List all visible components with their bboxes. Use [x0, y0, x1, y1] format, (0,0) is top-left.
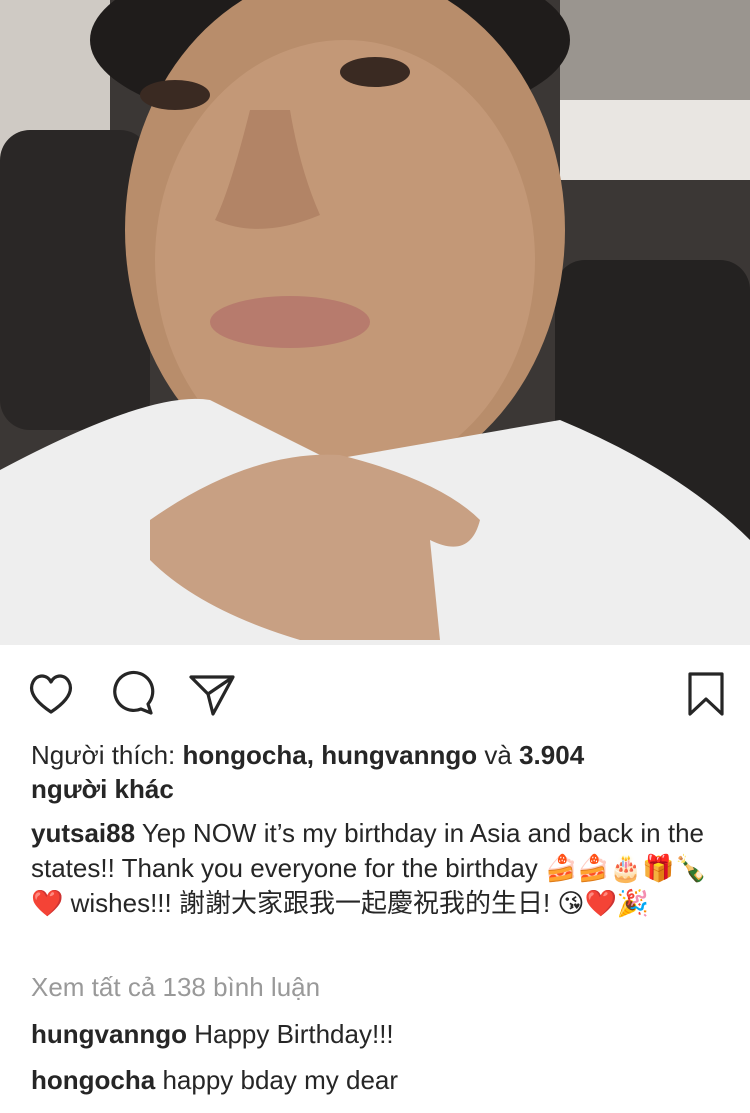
- comment-text: happy bday my dear: [155, 1065, 399, 1095]
- likes-prefix: Người thích:: [31, 740, 183, 770]
- view-all-comments-link[interactable]: Xem tất cả 138 bình luận: [31, 969, 320, 1005]
- caption-username[interactable]: yutsai88: [31, 818, 135, 848]
- comment-username[interactable]: hungvanngo: [31, 1019, 187, 1049]
- likes-separator: ,: [306, 740, 322, 770]
- comment-text: Happy Birthday!!!: [186, 1019, 394, 1049]
- action-bar: [0, 660, 750, 726]
- bookmark-icon[interactable]: [682, 670, 730, 718]
- liker-username[interactable]: hungvanngo: [321, 740, 477, 770]
- likes-suffix[interactable]: người khác: [31, 774, 174, 804]
- comment: hungvanngo Happy Birthday!!!: [31, 1016, 394, 1052]
- liker-username[interactable]: hongocha: [183, 740, 307, 770]
- likes-summary[interactable]: Người thích: hongocha, hungvanngo và 3.9…: [31, 738, 721, 806]
- likes-count[interactable]: 3.904: [519, 740, 584, 770]
- speech-bubble-icon[interactable]: [108, 670, 156, 718]
- post-caption: yutsai88 Yep NOW it’s my birthday in Asi…: [31, 816, 721, 921]
- comment-username[interactable]: hongocha: [31, 1065, 155, 1095]
- comment: hongocha happy bday my dear: [31, 1062, 398, 1098]
- paper-plane-icon[interactable]: [188, 670, 236, 718]
- heart-outline-icon[interactable]: [27, 670, 75, 718]
- caption-emojis-2: 😘❤️🎉: [557, 888, 650, 918]
- likes-and: và: [477, 740, 520, 770]
- caption-text-2: wishes!!! 謝謝大家跟我一起慶祝我的生日!: [63, 888, 558, 918]
- post-photo[interactable]: [0, 0, 750, 645]
